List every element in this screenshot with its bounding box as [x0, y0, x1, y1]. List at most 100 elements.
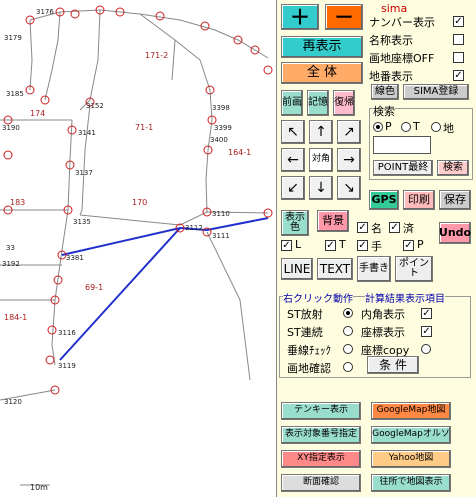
sima-register-button[interactable]: SIMA登録: [403, 84, 469, 100]
tenkey-button[interactable]: テンキー表示: [281, 402, 361, 420]
center-button[interactable]: 対角: [309, 148, 333, 172]
arrow-up-left-icon[interactable]: ↖: [281, 120, 305, 144]
point-label: 3192: [2, 260, 20, 268]
rc-st-continuous-label: ST連続: [287, 326, 323, 339]
zoom-in-button[interactable]: ＋: [281, 4, 319, 30]
arrow-left-icon[interactable]: ←: [281, 148, 305, 172]
xy-display-button[interactable]: XY指定表示: [281, 450, 361, 468]
control-panel: ＋ － sima 再表示 全 体 ナンバー表示 ✓ 名称表示 画地座標OFF 地…: [276, 0, 476, 497]
line-button[interactable]: LINE: [281, 258, 313, 280]
calc-coords-label: 座標表示: [361, 326, 405, 339]
name-checkbox[interactable]: ✓: [357, 222, 368, 233]
point-label: 3399: [214, 124, 232, 132]
section-check-button[interactable]: 断面確認: [281, 474, 361, 492]
done-checkbox[interactable]: ✓: [389, 222, 400, 233]
point-label: 3141: [78, 129, 96, 137]
search-p-label: P: [385, 120, 392, 133]
calc-copy-radio[interactable]: [421, 344, 431, 354]
point-label: 3176: [36, 8, 54, 16]
search-input[interactable]: [373, 136, 431, 154]
point-last-button[interactable]: POINT最終: [373, 160, 433, 176]
rc-st-continuous-radio[interactable]: [343, 326, 353, 336]
calc-angle-checkbox[interactable]: ✓: [421, 308, 432, 319]
parcel-label: 171-2: [145, 51, 168, 60]
point-label: 33: [6, 244, 15, 252]
parcel-label: 183: [10, 198, 25, 207]
point-label: 3398: [212, 104, 230, 112]
option-number-label: ナンバー表示: [369, 16, 435, 29]
point-label: 3400: [210, 136, 228, 144]
rc-st-radial-label: ST放射: [287, 308, 323, 321]
display-target-button[interactable]: 表示対象番号指定: [281, 426, 361, 444]
point-label: 3111: [212, 232, 230, 240]
zoom-out-button[interactable]: －: [325, 4, 363, 30]
arrow-down-left-icon[interactable]: ↙: [281, 176, 305, 200]
yahoo-map-button[interactable]: Yahoo地図: [371, 450, 451, 468]
arrow-right-icon[interactable]: →: [337, 148, 361, 172]
background-button[interactable]: 背景: [317, 210, 349, 232]
address-map-button[interactable]: 往所で地図表示: [371, 474, 451, 492]
point-label: 3116: [58, 329, 76, 337]
hand-checkbox[interactable]: ✓: [357, 240, 368, 251]
save-button[interactable]: 保存: [439, 190, 471, 210]
point-button[interactable]: ポイント: [395, 256, 433, 282]
calc-angle-label: 内角表示: [361, 308, 405, 321]
arrow-down-icon[interactable]: ↓: [309, 176, 333, 200]
search-p-radio[interactable]: [373, 122, 383, 132]
parcel-label: 174: [30, 109, 45, 118]
googlemap-ortho-button[interactable]: GoogleMapオルソ: [371, 426, 451, 444]
rc-lot-check-radio[interactable]: [343, 362, 353, 372]
search-button[interactable]: 検索: [437, 160, 469, 176]
search-t-radio[interactable]: [401, 122, 411, 132]
calc-title: 計算結果表示項目: [365, 290, 445, 305]
search-t-label: T: [413, 120, 420, 133]
option-lotnumber-label: 地番表示: [369, 70, 413, 83]
arrow-up-icon[interactable]: ↑: [309, 120, 333, 144]
parcel-label: 184-1: [4, 313, 27, 322]
name-check-label: 名: [371, 222, 382, 235]
googlemap-button[interactable]: GoogleMap地図: [371, 402, 451, 420]
point-label: 3185: [6, 90, 24, 98]
option-name-checkbox[interactable]: [453, 34, 464, 45]
whole-view-button[interactable]: 全 体: [281, 62, 363, 84]
map-canvas[interactable]: 3176 3179 3185 3152 3190 3141 3398 3399 …: [0, 0, 276, 497]
line-color-button[interactable]: 線色: [371, 84, 399, 100]
arrow-up-right-icon[interactable]: ↗: [337, 120, 361, 144]
parcel-label: 170: [132, 198, 147, 207]
option-coords-label: 画地座標OFF: [369, 52, 435, 65]
rc-perpendicular-radio[interactable]: [343, 344, 353, 354]
calc-coords-checkbox[interactable]: ✓: [421, 326, 432, 337]
display-color-button[interactable]: 表示色: [281, 210, 309, 236]
l-checkbox[interactable]: ✓: [281, 240, 292, 251]
point-label: 3120: [4, 398, 22, 406]
restore-button[interactable]: 復帰: [333, 90, 355, 116]
point-label: 3119: [58, 362, 76, 370]
rc-st-radial-radio[interactable]: [343, 308, 353, 318]
conditions-button[interactable]: 条 件: [367, 356, 419, 374]
redisplay-button[interactable]: 再表示: [281, 36, 363, 58]
rc-lot-check-label: 画地確認: [287, 362, 331, 375]
p-checkbox[interactable]: ✓: [403, 240, 414, 251]
parcel-label: 71-1: [135, 123, 153, 132]
done-check-label: 済: [403, 222, 414, 235]
option-lotnumber-checkbox[interactable]: ✓: [453, 70, 464, 81]
arrow-down-right-icon[interactable]: ↘: [337, 176, 361, 200]
hand-check-label: 手: [371, 240, 382, 253]
search-chiban-radio[interactable]: [431, 122, 441, 132]
map-drawing: 3176 3179 3185 3152 3190 3141 3398 3399 …: [0, 5, 273, 492]
option-number-checkbox[interactable]: ✓: [453, 16, 464, 27]
t-checkbox[interactable]: ✓: [325, 240, 336, 251]
gps-button[interactable]: GPS: [369, 190, 399, 210]
text-button[interactable]: TEXT: [317, 258, 353, 280]
option-coords-checkbox[interactable]: [453, 52, 464, 63]
point-label: 3112: [185, 224, 203, 232]
handwriting-button[interactable]: 手書き: [357, 256, 391, 282]
undo-button[interactable]: Undo: [439, 222, 471, 244]
point-label: 3179: [4, 34, 22, 42]
p-check-label: P: [417, 238, 424, 251]
memory-button[interactable]: 記憶: [307, 90, 329, 116]
point-label: 3137: [75, 169, 93, 177]
print-button[interactable]: 印刷: [403, 190, 435, 210]
point-label: 3152: [86, 102, 104, 110]
prev-screen-button[interactable]: 前画: [281, 90, 303, 116]
